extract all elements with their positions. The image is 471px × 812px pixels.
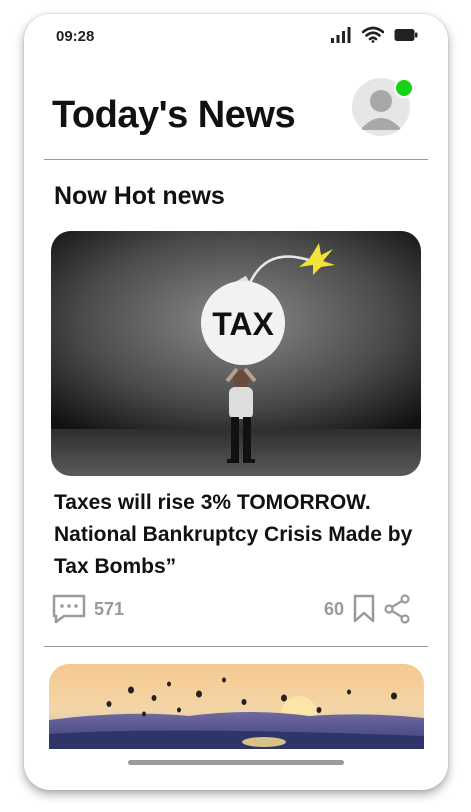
home-indicator[interactable] bbox=[128, 760, 344, 765]
article-image-2[interactable] bbox=[49, 664, 424, 749]
phone-frame: 09:28 Today's News Now Hot news TAX Taxe… bbox=[24, 14, 448, 790]
tax-label: TAX bbox=[212, 306, 274, 342]
tax-bomb-image: TAX bbox=[51, 231, 421, 476]
comments[interactable]: 571 bbox=[52, 594, 124, 624]
status-bar: 09:28 bbox=[24, 14, 448, 58]
header-divider bbox=[44, 159, 428, 160]
balloons-sunrise-image bbox=[49, 664, 424, 749]
status-time: 09:28 bbox=[56, 28, 95, 45]
share-icon[interactable] bbox=[384, 594, 412, 624]
bookmark-count: 60 bbox=[323, 598, 344, 619]
page-title: Today's News bbox=[52, 94, 296, 136]
article-divider bbox=[44, 646, 428, 647]
section-title: Now Hot news bbox=[54, 182, 225, 210]
cellular-signal-icon bbox=[331, 26, 351, 43]
article-actions: 60 bbox=[324, 594, 412, 624]
bookmark-icon[interactable] bbox=[352, 594, 376, 624]
comment-icon bbox=[52, 594, 86, 624]
online-status-dot bbox=[394, 78, 414, 98]
wifi-icon bbox=[362, 26, 384, 43]
article-meta: 571 60 bbox=[52, 594, 412, 630]
status-icons bbox=[330, 26, 418, 43]
comment-count: 571 bbox=[94, 598, 125, 619]
battery-icon bbox=[394, 28, 418, 41]
article-image[interactable]: TAX bbox=[51, 231, 421, 476]
article-headline[interactable]: Taxes will rise 3% TOMORROW. National Ba… bbox=[54, 487, 424, 583]
